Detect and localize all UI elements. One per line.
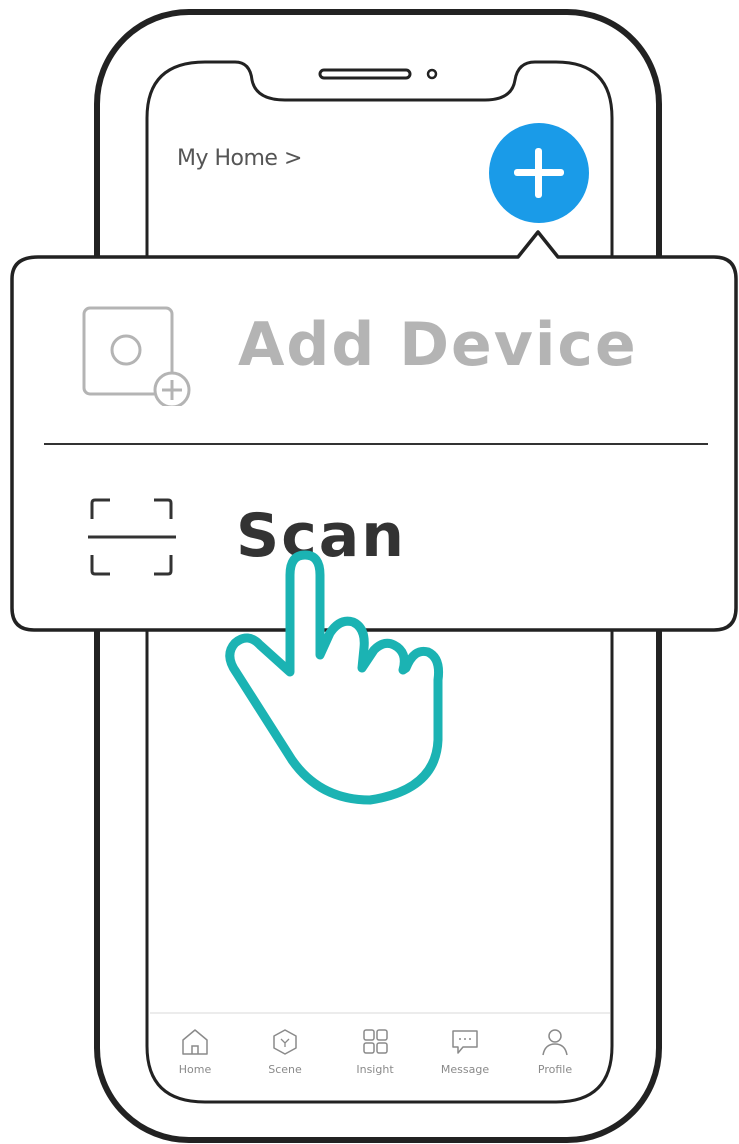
message-icon <box>452 1030 478 1054</box>
tab-message[interactable]: Message <box>420 1013 510 1083</box>
menu-item-add-device[interactable]: Add Device <box>16 262 734 442</box>
profile-icon <box>542 1029 568 1056</box>
add-button[interactable] <box>489 123 589 223</box>
insight-icon <box>363 1029 388 1054</box>
tab-profile[interactable]: Profile <box>510 1013 600 1083</box>
bottom-tab-bar: Home Scene Insight Message Profile <box>150 1013 600 1083</box>
add-device-icon <box>82 306 191 406</box>
tab-label: Scene <box>268 1063 302 1076</box>
tab-scene[interactable]: Scene <box>240 1013 330 1083</box>
tab-label: Home <box>178 1063 212 1076</box>
scan-label: Scan <box>236 501 406 571</box>
tab-label: Profile <box>537 1063 573 1076</box>
tab-home[interactable]: Home <box>150 1013 240 1083</box>
scan-icon <box>88 498 176 576</box>
tab-label: Insight <box>356 1063 394 1076</box>
tab-insight[interactable]: Insight <box>330 1013 420 1083</box>
add-device-label: Add Device <box>238 310 638 380</box>
home-selector[interactable]: My Home > <box>177 146 302 171</box>
menu-item-scan[interactable]: Scan <box>16 447 734 627</box>
tab-label: Message <box>440 1063 490 1076</box>
home-icon <box>182 1029 208 1055</box>
scene-icon <box>273 1029 297 1055</box>
illustration-stage: My Home > Add Device Scan Home Scene Ins… <box>0 0 739 1144</box>
